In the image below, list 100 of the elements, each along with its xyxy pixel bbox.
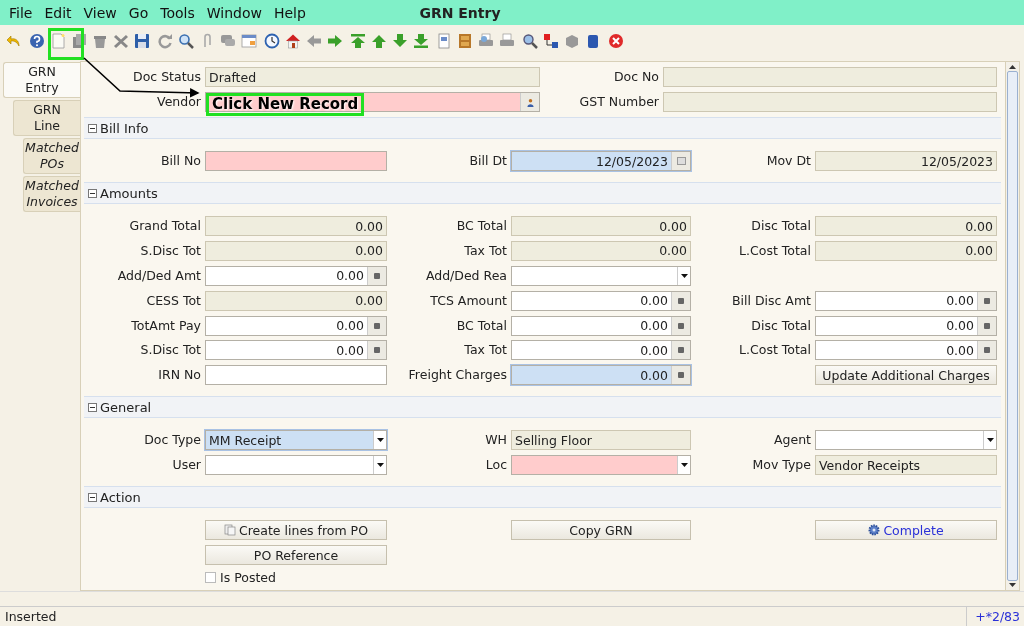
calendar-button[interactable]	[671, 152, 690, 170]
text-field[interactable]	[205, 151, 387, 171]
box-icon[interactable]	[564, 33, 580, 49]
calculator-button[interactable]	[367, 316, 386, 335]
collapse-icon[interactable]	[88, 188, 97, 198]
number-field[interactable]: 0.00	[511, 290, 691, 311]
number-field[interactable]: 0.00	[205, 265, 387, 286]
dropdown-button[interactable]	[677, 266, 690, 285]
lookup-button[interactable]	[520, 93, 539, 111]
calculator-button[interactable]	[977, 341, 996, 360]
print-icon[interactable]	[499, 33, 515, 49]
previous-record-icon[interactable]	[371, 33, 387, 49]
calculator-button[interactable]	[367, 341, 386, 360]
calculator-button[interactable]	[977, 291, 996, 310]
next-record-icon[interactable]	[392, 33, 408, 49]
grid-icon[interactable]	[241, 33, 257, 49]
number-field[interactable]: 0.00	[511, 315, 691, 336]
menu-item[interactable]: File	[3, 4, 39, 21]
number-field[interactable]: 0.00	[205, 290, 387, 311]
close-icon[interactable]	[608, 33, 624, 49]
calculator-button[interactable]	[671, 316, 690, 335]
first-record-icon[interactable]	[350, 33, 366, 49]
search-icon[interactable]	[178, 33, 194, 49]
action-button[interactable]: Complete	[815, 520, 997, 541]
home-icon[interactable]	[285, 33, 301, 49]
dropdown-field[interactable]	[511, 455, 691, 476]
lookup-field[interactable]	[205, 92, 540, 112]
section-header[interactable]: Amounts	[84, 182, 1001, 204]
calculator-button[interactable]	[671, 341, 690, 360]
text-field[interactable]: Vendor Receipts	[815, 455, 997, 476]
text-field[interactable]: Selling Floor	[511, 430, 691, 451]
save-icon[interactable]	[134, 33, 150, 49]
date-field[interactable]: 12/05/2023	[815, 151, 997, 171]
squares-icon[interactable]	[543, 33, 559, 49]
history-icon[interactable]	[264, 33, 280, 49]
calculator-button[interactable]	[367, 266, 386, 285]
action-button[interactable]: Copy GRN	[511, 520, 691, 541]
text-field[interactable]	[663, 67, 997, 87]
number-field[interactable]: 0.00	[815, 315, 997, 336]
last-record-icon[interactable]	[413, 33, 429, 49]
number-field[interactable]: 0.00	[205, 315, 387, 336]
cross-icon[interactable]	[113, 33, 129, 49]
menu-item[interactable]: Edit	[38, 4, 78, 21]
tab[interactable]: GRN Entry	[3, 62, 80, 98]
text-field[interactable]: Drafted	[205, 67, 540, 87]
chat-icon[interactable]	[220, 33, 236, 49]
calculator-button[interactable]	[671, 366, 690, 385]
number-field[interactable]: 0.00	[511, 216, 691, 236]
text-field[interactable]	[205, 365, 387, 386]
collapse-icon[interactable]	[88, 123, 97, 133]
text-field[interactable]	[663, 92, 997, 112]
back-icon[interactable]	[306, 33, 322, 49]
number-field[interactable]: 0.00	[815, 216, 997, 236]
menu-item[interactable]: Window	[200, 4, 268, 21]
dropdown-button[interactable]	[677, 456, 690, 475]
dropdown-field[interactable]: MM Receipt	[205, 430, 387, 451]
tab[interactable]: GRN Line	[13, 100, 80, 136]
number-field[interactable]: 0.00	[205, 240, 387, 261]
action-button[interactable]: PO Reference	[205, 545, 387, 566]
number-field[interactable]: 0.00	[511, 340, 691, 361]
dropdown-field[interactable]	[815, 430, 997, 451]
help-icon[interactable]	[29, 33, 45, 49]
action-button[interactable]: Create lines from PO	[205, 520, 387, 541]
scroll-down-icon[interactable]	[1009, 583, 1016, 587]
section-header[interactable]: General	[84, 396, 1001, 419]
section-header[interactable]: Bill Info	[84, 117, 1001, 139]
print-preview-icon[interactable]	[478, 33, 494, 49]
number-field[interactable]: 0.00	[205, 216, 387, 236]
collapse-icon[interactable]	[88, 492, 97, 502]
zoom-icon[interactable]	[522, 33, 538, 49]
menu-item[interactable]: Tools	[154, 4, 201, 21]
number-field[interactable]: 0.00	[815, 240, 997, 261]
delete-icon[interactable]	[92, 33, 108, 49]
dropdown-button[interactable]	[373, 456, 386, 475]
dropdown-field[interactable]	[511, 265, 691, 286]
section-header[interactable]: Action	[84, 486, 1001, 509]
dropdown-button[interactable]	[983, 431, 996, 450]
number-field[interactable]: 0.00	[511, 365, 691, 386]
calculator-button[interactable]	[671, 291, 690, 310]
menu-item[interactable]: Go	[122, 4, 155, 21]
refresh-icon[interactable]	[157, 33, 173, 49]
number-field[interactable]: 0.00	[815, 340, 997, 361]
action-button[interactable]: Update Additional Charges	[815, 365, 997, 386]
number-field[interactable]: 0.00	[511, 240, 691, 261]
number-field[interactable]: 0.00	[205, 340, 387, 361]
scroll-up-icon[interactable]	[1009, 65, 1016, 69]
report-icon[interactable]	[436, 33, 452, 49]
archive-icon[interactable]	[457, 33, 473, 49]
dropdown-button[interactable]	[373, 431, 386, 450]
menu-item[interactable]: Help	[267, 4, 312, 21]
number-field[interactable]: 0.00	[815, 290, 997, 311]
date-field[interactable]: 12/05/2023	[511, 151, 691, 171]
forward-icon[interactable]	[327, 33, 343, 49]
menu-item[interactable]: View	[77, 4, 123, 21]
tab[interactable]: Matched Invoices	[23, 176, 80, 212]
scrollbar[interactable]	[1005, 62, 1019, 590]
tab[interactable]: Matched POs	[23, 138, 80, 174]
dropdown-field[interactable]	[205, 455, 387, 476]
collapse-icon[interactable]	[88, 402, 97, 412]
checkbox[interactable]	[205, 572, 216, 583]
